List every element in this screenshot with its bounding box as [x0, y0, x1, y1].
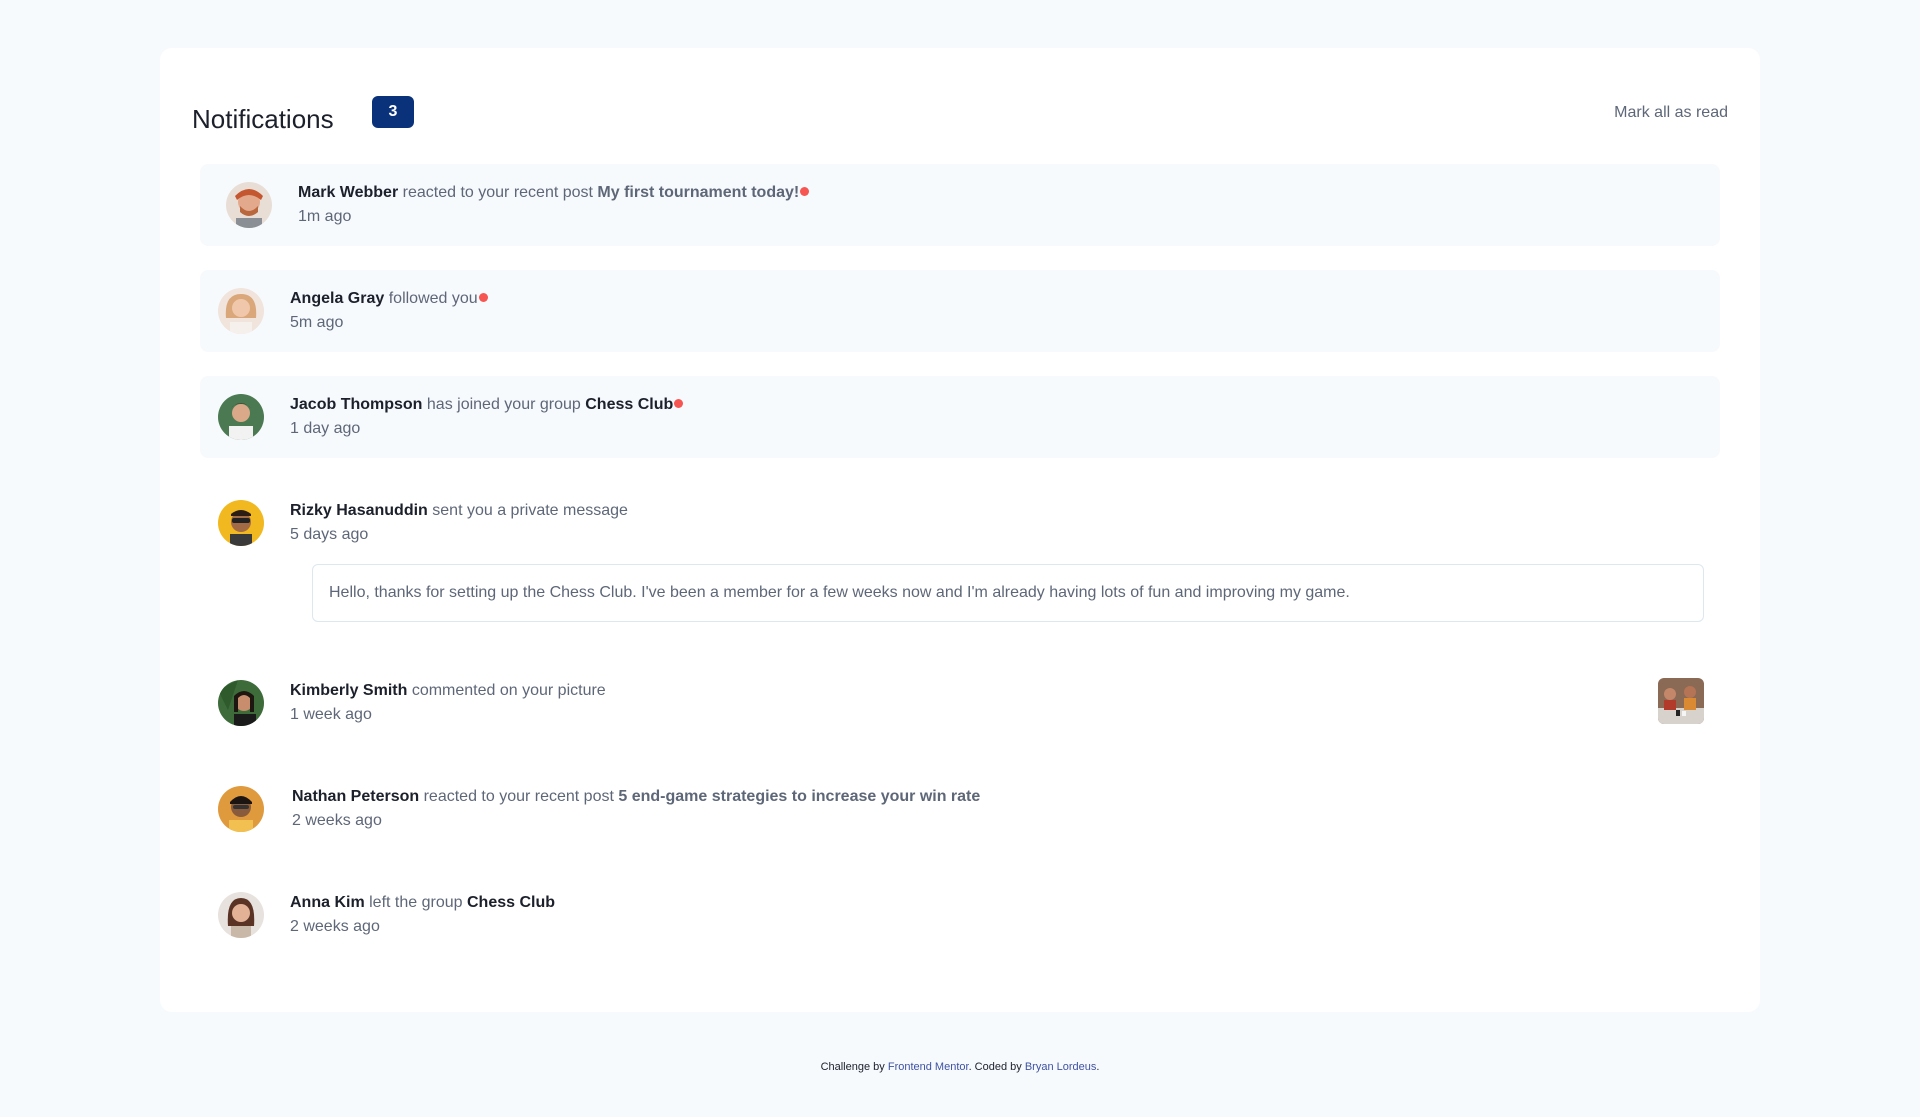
notification-action: commented on your picture	[411, 682, 606, 699]
notification-time: 5 days ago	[290, 526, 369, 543]
chess-picture[interactable]	[1658, 678, 1704, 724]
page-title: Notifications	[192, 104, 334, 134]
avatar-kimberly-smith[interactable]	[218, 680, 264, 726]
notification-text: Nathan Peterson reacted to your recent p…	[292, 788, 980, 806]
notification-item[interactable]: Kimberly Smith commented on your picture…	[200, 662, 1720, 744]
avatar-nathan-peterson[interactable]	[218, 786, 264, 832]
notification-action: reacted to your recent post	[402, 184, 593, 201]
notification-text: Kimberly Smith commented on your picture	[290, 682, 606, 700]
unread-dot-icon	[800, 187, 810, 197]
notification-item[interactable]: Mark Webber reacted to your recent post …	[200, 164, 1720, 246]
footer-prefix: Challenge by	[820, 1061, 885, 1073]
user-name-link[interactable]: Kimberly Smith	[290, 682, 407, 699]
notification-time: 1m ago	[298, 208, 352, 225]
user-name-link[interactable]: Mark Webber	[298, 184, 398, 201]
author-link[interactable]: Bryan Lordeus	[1025, 1061, 1097, 1073]
footer-middle: . Coded by	[968, 1061, 1022, 1073]
notification-item[interactable]: Jacob Thompson has joined your group Che…	[200, 376, 1720, 458]
footer-suffix: .	[1096, 1061, 1100, 1073]
notification-time: 1 day ago	[290, 420, 361, 437]
notification-item[interactable]: Anna Kim left the group Chess Club 2 wee…	[200, 874, 1720, 956]
notification-text: Rizky Hasanuddin sent you a private mess…	[290, 502, 628, 520]
notification-text: Anna Kim left the group Chess Club	[290, 894, 555, 912]
notifications-header: Notifications 3 Mark all as read	[192, 96, 1728, 136]
avatar-rizky-hasanuddin[interactable]	[218, 500, 264, 546]
attribution-footer: Challenge by Frontend Mentor. Coded by B…	[0, 1061, 1920, 1073]
notification-action: has joined your group	[426, 396, 581, 413]
unread-count-badge: 3	[372, 96, 414, 128]
group-link[interactable]: Chess Club	[585, 396, 673, 413]
notification-item[interactable]: Nathan Peterson reacted to your recent p…	[200, 768, 1720, 850]
notification-text: Angela Gray followed you	[290, 290, 488, 308]
avatar-angela-gray[interactable]	[218, 288, 264, 334]
post-link[interactable]: 5 end-game strategies to increase your w…	[618, 788, 980, 805]
group-link[interactable]: Chess Club	[467, 894, 555, 911]
unread-dot-icon	[478, 293, 488, 303]
user-name-link[interactable]: Nathan Peterson	[292, 788, 419, 805]
notification-text: Mark Webber reacted to your recent post …	[298, 184, 810, 202]
user-name-link[interactable]: Angela Gray	[290, 290, 384, 307]
notification-action: followed you	[388, 290, 478, 307]
avatar-anna-kim[interactable]	[218, 892, 264, 938]
unread-dot-icon	[674, 399, 684, 409]
private-message[interactable]: Hello, thanks for setting up the Chess C…	[312, 564, 1704, 622]
user-name-link[interactable]: Anna Kim	[290, 894, 365, 911]
notification-item[interactable]: Angela Gray followed you 5m ago	[200, 270, 1720, 352]
notification-action: left the group	[369, 894, 463, 911]
notifications-card: Notifications 3 Mark all as read Mark We…	[160, 48, 1760, 1012]
mark-all-read-button[interactable]: Mark all as read	[1614, 104, 1728, 122]
user-name-link[interactable]: Jacob Thompson	[290, 396, 422, 413]
notification-time: 5m ago	[290, 314, 344, 331]
avatar-jacob-thompson[interactable]	[218, 394, 264, 440]
frontend-mentor-link[interactable]: Frontend Mentor	[888, 1061, 969, 1073]
notification-time: 2 weeks ago	[292, 812, 382, 829]
notification-item[interactable]: Rizky Hasanuddin sent you a private mess…	[200, 482, 1720, 564]
notification-action: reacted to your recent post	[423, 788, 614, 805]
notification-text: Jacob Thompson has joined your group Che…	[290, 396, 684, 414]
notification-time: 1 week ago	[290, 706, 372, 723]
avatar-mark-webber[interactable]	[226, 182, 272, 228]
notification-action: sent you a private message	[432, 502, 628, 519]
user-name-link[interactable]: Rizky Hasanuddin	[290, 502, 428, 519]
post-link[interactable]: My first tournament today!	[597, 184, 799, 201]
notification-time: 2 weeks ago	[290, 918, 380, 935]
